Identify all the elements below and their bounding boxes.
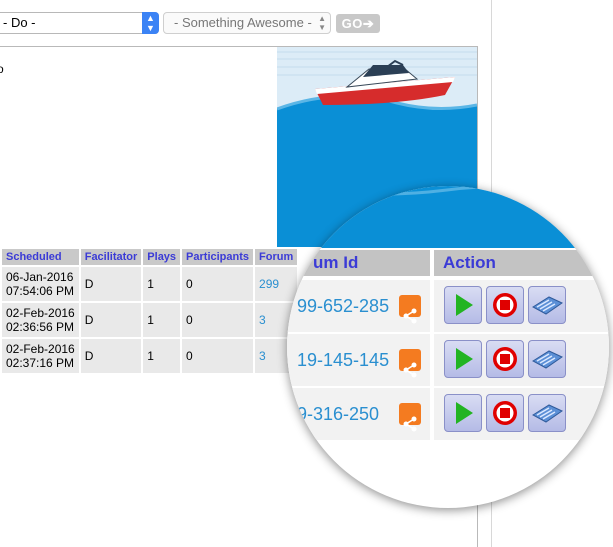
play-icon (456, 294, 473, 316)
scheduled-cell: 02-Feb-2016 02:36:56 PM (2, 303, 79, 337)
action-cell (434, 280, 609, 332)
stop-icon (493, 347, 517, 371)
plays-cell: 1 (143, 303, 181, 337)
action-cell (434, 388, 609, 440)
facilitator-cell: D (80, 303, 142, 337)
scheduled-time: 07:54:06 PM (6, 284, 75, 298)
stop-icon (493, 293, 517, 317)
awesome-select[interactable]: - Something Awesome - ▲ ▼ (163, 12, 331, 34)
magnifier-callout: um Id Action 99-652-285 19-145-145 9-316… (287, 186, 609, 508)
stop-button[interactable] (486, 286, 524, 324)
forum-id-link[interactable]: 99-652-285 (297, 296, 389, 316)
play-button[interactable] (444, 286, 482, 324)
play-button[interactable] (444, 394, 482, 432)
forum-id-header: um Id (287, 250, 430, 276)
scheduled-date: 06-Jan-2016 (6, 270, 74, 284)
scheduled-cell: 02-Feb-2016 02:37:16 PM (2, 339, 79, 373)
play-button[interactable] (444, 340, 482, 378)
share-icon[interactable] (399, 349, 421, 378)
table-row: 02-Feb-2016 02:36:56 PM D 1 0 3 (2, 303, 298, 337)
sessions-table: Scheduled Facilitator Plays Participants… (0, 247, 299, 375)
table-header-row: Scheduled Facilitator Plays Participants… (2, 249, 298, 265)
action-select[interactable]: - Do - ▲ ▼ (0, 12, 159, 34)
truncated-text: o (0, 62, 4, 76)
scheduled-time: 02:37:16 PM (6, 356, 75, 370)
share-icon[interactable] (399, 403, 421, 432)
forum-id-cell: 9-316-250 (287, 388, 430, 440)
keyboard-button[interactable] (528, 394, 566, 432)
table-row: 99-652-285 (287, 280, 609, 332)
keyboard-button[interactable] (528, 286, 566, 324)
arrow-right-icon: ➔ (362, 16, 375, 31)
table-row: 9-316-250 (287, 388, 609, 440)
sea-background (287, 186, 609, 248)
plays-cell: 1 (143, 267, 181, 301)
keyboard-button[interactable] (528, 340, 566, 378)
forum-id-cell: 19-145-145 (287, 334, 430, 386)
scheduled-date: 02-Feb-2016 (6, 306, 75, 320)
keyboard-icon (532, 350, 564, 369)
stop-icon (493, 401, 517, 425)
play-icon (456, 402, 473, 424)
participants-cell: 0 (182, 339, 254, 373)
stop-button[interactable] (486, 394, 524, 432)
go-button-label: GO (341, 16, 363, 31)
participants-cell: 0 (182, 303, 254, 337)
keyboard-icon (532, 404, 564, 423)
col-facilitator: Facilitator (80, 249, 142, 265)
scheduled-cell: 06-Jan-2016 07:54:06 PM (2, 267, 79, 301)
scheduled-time: 02:36:56 PM (6, 320, 75, 334)
action-cell (434, 334, 609, 386)
updown-chevron-icon: ▲ ▼ (318, 14, 326, 32)
scheduled-date: 02-Feb-2016 (6, 342, 75, 356)
facilitator-cell: D (80, 267, 142, 301)
play-icon (456, 348, 473, 370)
stop-button[interactable] (486, 340, 524, 378)
col-participants: Participants (182, 249, 254, 265)
table-row: 06-Jan-2016 07:54:06 PM D 1 0 299 (2, 267, 298, 301)
col-plays: Plays (143, 249, 181, 265)
participants-cell: 0 (182, 267, 254, 301)
col-scheduled: Scheduled (2, 249, 79, 265)
action-header: Action (434, 250, 609, 276)
forum-id-link[interactable]: 19-145-145 (297, 350, 389, 370)
keyboard-icon (532, 296, 564, 315)
forum-id-link[interactable]: 9-316-250 (297, 404, 379, 424)
table-row: 02-Feb-2016 02:37:16 PM D 1 0 3 (2, 339, 298, 373)
go-button[interactable]: GO➔ (336, 14, 380, 33)
plays-cell: 1 (143, 339, 181, 373)
table-row: 19-145-145 (287, 334, 609, 386)
awesome-select-value: - Something Awesome - (174, 15, 312, 30)
updown-chevron-icon: ▲ ▼ (142, 12, 159, 34)
forum-id-cell: 99-652-285 (287, 280, 430, 332)
action-select-value: - Do - (3, 15, 36, 30)
share-icon[interactable] (399, 295, 421, 324)
facilitator-cell: D (80, 339, 142, 373)
